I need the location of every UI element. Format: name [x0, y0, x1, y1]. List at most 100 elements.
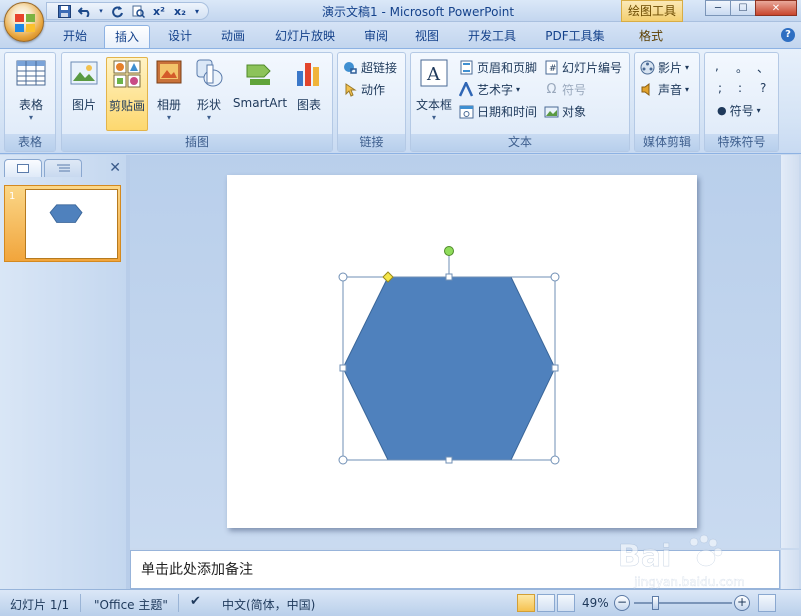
save-icon[interactable] [55, 3, 73, 19]
resize-handle-top-left[interactable] [338, 272, 348, 282]
hyperlink-icon [344, 61, 357, 74]
symbol-period[interactable]: 。 [736, 59, 748, 76]
baidu-watermark: Bai jingyan.baidu.com [618, 534, 745, 589]
shapes-icon [196, 59, 223, 87]
resize-handle-left[interactable] [339, 364, 347, 372]
smartart-button[interactable]: SmartArt [232, 57, 288, 110]
special-symbol-button[interactable]: ● 符号 ▾ [717, 100, 761, 120]
movie-button[interactable]: 影片 ▾ [640, 57, 689, 77]
picture-button-label: 图片 [71, 98, 96, 112]
zoom-level[interactable]: 49% [582, 596, 609, 610]
hyperlink-label: 超链接 [361, 60, 398, 75]
shapes-button[interactable]: 形状 ▾ [192, 57, 226, 122]
symbol-enum-comma[interactable]: 、 [757, 59, 769, 76]
zoom-in-icon[interactable]: + [734, 595, 750, 611]
picture-button[interactable]: 图片 [66, 57, 102, 113]
outline-tab-icon [57, 164, 70, 172]
tab-design[interactable]: 设计 [164, 25, 196, 48]
rotate-handle[interactable] [444, 246, 454, 256]
resize-handle-bottom-left[interactable] [338, 455, 348, 465]
resize-handle-top-right[interactable] [550, 272, 560, 282]
print-preview-icon[interactable] [129, 3, 147, 19]
thumbnail-hexagon [49, 204, 83, 223]
symbol-button[interactable]: Ω 符号 [544, 79, 586, 99]
hyperlink-button[interactable]: 超链接 [343, 57, 397, 77]
zoom-slider-thumb[interactable] [652, 596, 660, 610]
fit-to-window-button[interactable] [758, 594, 776, 612]
baidu-paw-icon [689, 534, 723, 567]
close-panel-icon[interactable]: ✕ [109, 160, 121, 176]
resize-handle-bottom-right[interactable] [550, 455, 560, 465]
help-icon[interactable]: ? [781, 28, 795, 42]
chart-button[interactable]: 图表 [292, 57, 326, 113]
resize-handle-top[interactable] [445, 273, 453, 281]
notes-scrollbar[interactable] [780, 550, 799, 589]
slide-sorter-view-button[interactable] [537, 594, 555, 612]
symbol-colon[interactable]: : [738, 81, 742, 95]
undo-dropdown-icon[interactable]: ▾ [97, 3, 105, 19]
vertical-scrollbar[interactable] [780, 155, 799, 548]
photo-album-button[interactable]: 相册 ▾ [152, 57, 186, 122]
sound-button[interactable]: 声音 ▾ [640, 79, 689, 99]
slides-panel: ✕ 1 [0, 155, 126, 589]
slide-thumbnail-preview [25, 189, 118, 259]
symbol-comma[interactable]: , [715, 59, 719, 73]
action-button[interactable]: 动作 [343, 79, 385, 99]
group-text: A 文本框 ▾ 页眉和页脚 艺术字 ▾ 日期和时间 # 幻灯片编号 Ω 符号 对… [410, 52, 630, 152]
office-button[interactable] [4, 2, 44, 42]
wordart-button[interactable]: 艺术字 ▾ [459, 79, 520, 99]
table-button[interactable]: 表格 ▾ [11, 57, 51, 122]
object-icon [544, 106, 559, 117]
resize-handle-bottom[interactable] [445, 456, 453, 464]
window-controls: ─ ☐ ✕ [705, 0, 797, 16]
symbol-question[interactable]: ? [760, 81, 766, 95]
customize-qat-icon[interactable]: ▾ [192, 3, 202, 19]
date-time-button[interactable]: 日期和时间 [459, 101, 537, 121]
wordart-label: 艺术字 [477, 82, 514, 97]
tab-pdf-tools[interactable]: PDF工具集 [540, 25, 610, 48]
zoom-slider-track[interactable] [634, 602, 732, 604]
tab-developer[interactable]: 开发工具 [463, 25, 521, 48]
resize-handle-right[interactable] [551, 364, 559, 372]
bullet-icon: ● [717, 103, 727, 117]
symbol-semicolon[interactable]: ; [718, 81, 722, 95]
minimize-button[interactable]: ─ [705, 0, 731, 16]
tab-insert[interactable]: 插入 [104, 25, 150, 48]
textbox-button[interactable]: A 文本框 ▾ [414, 57, 454, 122]
tab-outline[interactable] [44, 159, 82, 177]
slides-tab-icon [17, 164, 29, 173]
tab-animations[interactable]: 动画 [217, 25, 249, 48]
status-theme[interactable]: "Office 主题" [94, 596, 168, 613]
spellcheck-icon[interactable]: ✔ [190, 594, 201, 609]
chevron-down-icon: ▾ [206, 113, 211, 122]
zoom-out-icon[interactable]: − [614, 595, 630, 611]
undo-icon[interactable] [76, 3, 94, 19]
tab-slide-show[interactable]: 幻灯片放映 [270, 25, 340, 48]
slide-number-button[interactable]: # 幻灯片编号 [544, 57, 622, 77]
clipart-button[interactable]: 剪贴画 [106, 57, 148, 131]
tab-format[interactable]: 格式 [634, 25, 668, 48]
action-label: 动作 [361, 82, 386, 97]
tab-view[interactable]: 视图 [411, 25, 443, 48]
normal-view-button[interactable] [517, 594, 535, 612]
status-divider [80, 594, 81, 612]
object-button[interactable]: 对象 [544, 101, 586, 121]
redo-icon[interactable] [108, 3, 126, 19]
slideshow-view-button[interactable] [557, 594, 575, 612]
slide[interactable] [227, 175, 697, 528]
maximize-button[interactable]: ☐ [730, 0, 756, 16]
watermark-brand: Bai [618, 539, 671, 574]
header-footer-button[interactable]: 页眉和页脚 [459, 57, 537, 77]
tab-slides[interactable] [4, 159, 42, 177]
group-label-media: 媒体剪辑 [635, 134, 699, 151]
hexagon-shape[interactable] [342, 276, 556, 461]
slide-thumbnail[interactable]: 1 [4, 185, 121, 262]
status-language[interactable]: 中文(简体，中国) [222, 596, 315, 613]
close-button[interactable]: ✕ [755, 0, 797, 16]
superscript-icon[interactable]: x² [150, 3, 168, 19]
chevron-down-icon: ▾ [431, 113, 436, 122]
tab-review[interactable]: 审阅 [360, 25, 392, 48]
tab-home[interactable]: 开始 [60, 25, 90, 48]
subscript-icon[interactable]: x₂ [171, 3, 189, 19]
chevron-down-icon: ▾ [685, 84, 690, 94]
